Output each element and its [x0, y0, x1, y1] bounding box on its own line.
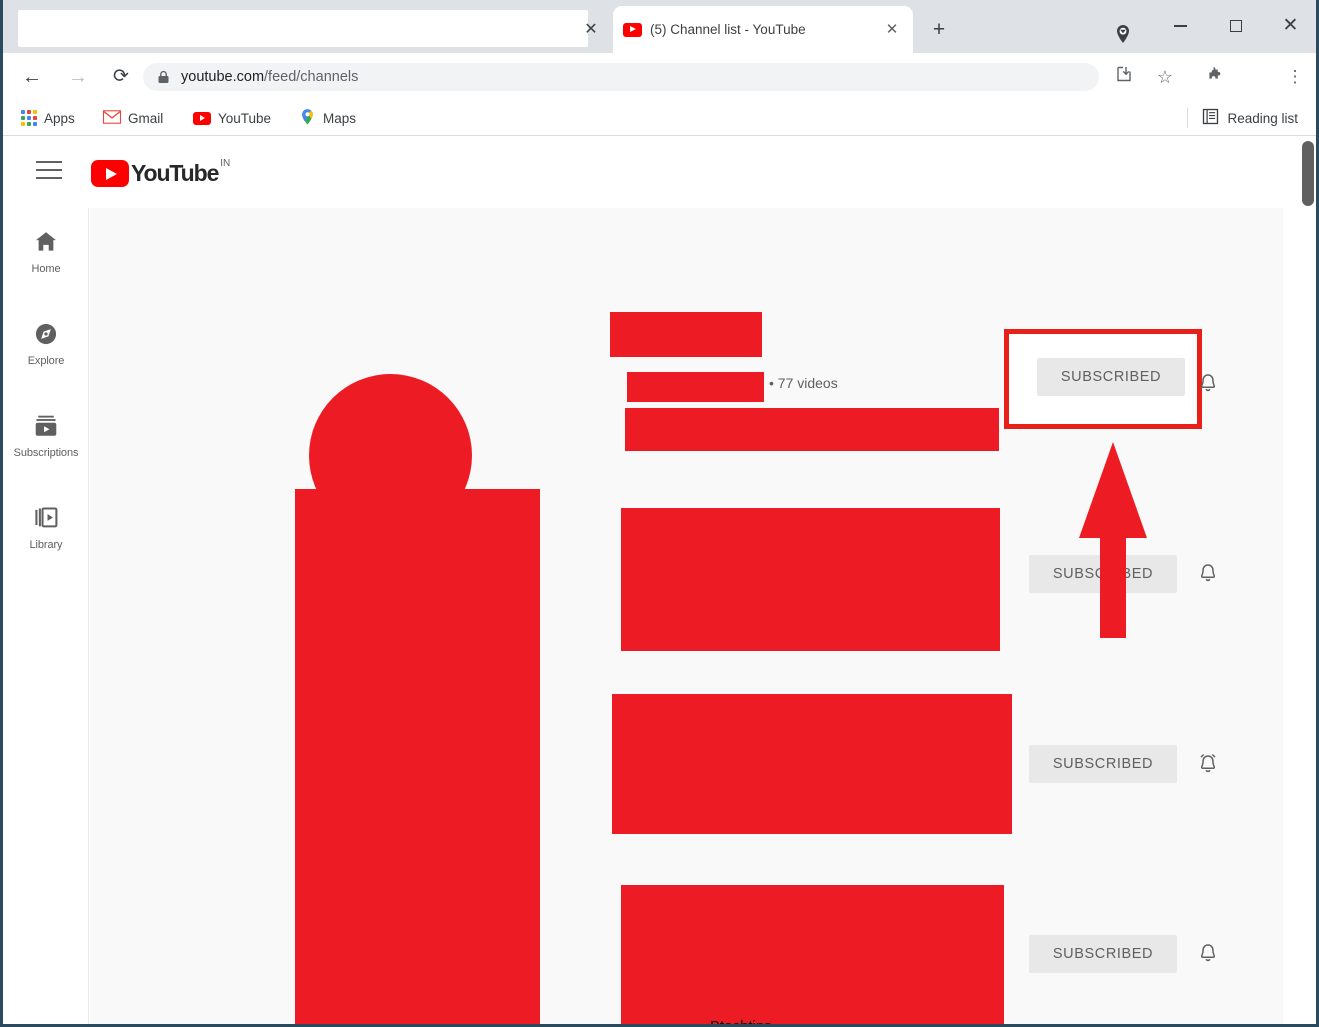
blank-tab-close-icon[interactable]: ✕: [581, 20, 601, 40]
compass-icon: [33, 320, 59, 348]
library-icon: [33, 504, 59, 532]
subscribed-button[interactable]: SUBSCRIBED: [1037, 358, 1185, 396]
youtube-page: YouTube IN Search: [3, 137, 1316, 1024]
reload-icon[interactable]: ⟳: [109, 65, 133, 89]
channel-handle-redacted: [627, 372, 764, 402]
youtube-country-code: IN: [220, 158, 231, 169]
back-icon[interactable]: ←: [20, 65, 44, 89]
reading-list-button[interactable]: Reading list: [1202, 106, 1298, 130]
bell-default-icon[interactable]: [1196, 562, 1220, 591]
bell-ringing-icon[interactable]: [1195, 751, 1221, 782]
subscribed-button[interactable]: SUBSCRIBED: [1029, 745, 1177, 783]
page-scrollbar-thumb[interactable]: [1302, 141, 1314, 206]
active-tab[interactable]: (5) Channel list - YouTube ✕: [613, 6, 913, 53]
youtube-play-icon: [91, 160, 129, 187]
url-text: youtube.com/feed/channels: [181, 69, 358, 85]
maps-pin-icon: [299, 108, 316, 129]
sidebar-item-label: Library: [29, 539, 63, 551]
bell-default-icon[interactable]: [1196, 372, 1220, 401]
sidebar-item-subscriptions[interactable]: Subscriptions: [3, 398, 89, 472]
forward-icon[interactable]: →: [66, 65, 90, 89]
bookmarks-bar: Apps Gmail YouTube Maps Reading list: [3, 100, 1316, 136]
close-icon[interactable]: ✕: [881, 19, 903, 41]
extensions-puzzle-icon[interactable]: [1203, 65, 1227, 89]
gmail-icon: [103, 109, 121, 127]
subscriptions-icon: [33, 412, 59, 440]
reading-list-label: Reading list: [1227, 110, 1298, 126]
bookmark-apps[interactable]: Apps: [21, 106, 75, 130]
sidebar-item-label: Explore: [27, 355, 65, 367]
lock-icon: [157, 70, 170, 84]
url-domain: youtube.com: [181, 69, 265, 85]
browser-tab-strip: ✕ (5) Channel list - YouTube ✕ + ✕: [3, 0, 1316, 53]
channel-block-redacted: [295, 489, 540, 1024]
youtube-wordmark: YouTube: [131, 160, 219, 186]
youtube-favicon-icon: [623, 22, 642, 37]
apps-grid-icon: [21, 110, 37, 126]
blank-tab[interactable]: [18, 10, 588, 47]
install-app-icon[interactable]: [1112, 65, 1136, 89]
channel-name-redacted: [621, 885, 1004, 1024]
subscribed-button[interactable]: SUBSCRIBED: [1029, 935, 1177, 973]
home-icon: [33, 228, 59, 256]
channel-list: • 77 videos SUBSCRIBED SUBSCRIBED SUBSCR…: [90, 208, 1283, 1024]
youtube-sidebar: Home Explore Subscriptions Library: [3, 208, 89, 1024]
bookmark-label: Maps: [323, 110, 357, 126]
browser-toolbar: ← → ⟳ youtube.com/feed/channels ☆ ⋮: [3, 53, 1316, 100]
window-maximize-button[interactable]: [1213, 8, 1258, 44]
youtube-icon: [193, 111, 211, 125]
window-close-button[interactable]: ✕: [1268, 8, 1313, 44]
channel-name-redacted: [612, 694, 1012, 834]
browser-menu-icon[interactable]: ⋮: [1283, 65, 1307, 89]
bookmark-maps[interactable]: Maps: [299, 106, 356, 130]
active-tab-title: (5) Channel list - YouTube: [650, 22, 806, 37]
channel-name-redacted: [610, 312, 762, 357]
bookmark-star-icon[interactable]: ☆: [1153, 65, 1177, 89]
sidebar-item-label: Subscriptions: [13, 447, 79, 459]
sidebar-item-library[interactable]: Library: [3, 490, 89, 564]
reading-list-icon: [1202, 108, 1219, 128]
hamburger-icon[interactable]: [36, 161, 62, 183]
channel-name-redacted: [621, 508, 1000, 651]
highlight-annotation-box: SUBSCRIBED: [1004, 329, 1202, 429]
new-tab-button[interactable]: +: [925, 17, 953, 45]
sidebar-item-home[interactable]: Home: [3, 214, 89, 288]
divider: [1187, 108, 1188, 128]
channel-video-count: • 77 videos: [769, 375, 838, 391]
bookmark-label: Apps: [44, 110, 75, 126]
url-path: /feed/channels: [264, 69, 359, 85]
youtube-logo[interactable]: YouTube IN: [91, 158, 231, 187]
youtube-masthead: YouTube IN: [3, 137, 1299, 208]
bell-default-icon[interactable]: [1196, 942, 1220, 971]
bookmark-label: YouTube: [218, 110, 272, 126]
sidebar-item-explore[interactable]: Explore: [3, 306, 89, 380]
arrow-annotation-icon: [1077, 440, 1149, 640]
window-minimize-button[interactable]: [1158, 8, 1203, 44]
bookmark-gmail[interactable]: Gmail: [103, 106, 163, 130]
sidebar-item-label: Home: [31, 263, 61, 275]
profile-avatar[interactable]: [1111, 22, 1135, 46]
page-scrollbar-track[interactable]: [1299, 137, 1316, 1024]
address-bar[interactable]: youtube.com/feed/channels: [143, 63, 1099, 91]
bookmark-label: Gmail: [128, 110, 164, 126]
channel-description-redacted: [625, 408, 999, 451]
bookmark-youtube[interactable]: YouTube: [193, 106, 271, 130]
